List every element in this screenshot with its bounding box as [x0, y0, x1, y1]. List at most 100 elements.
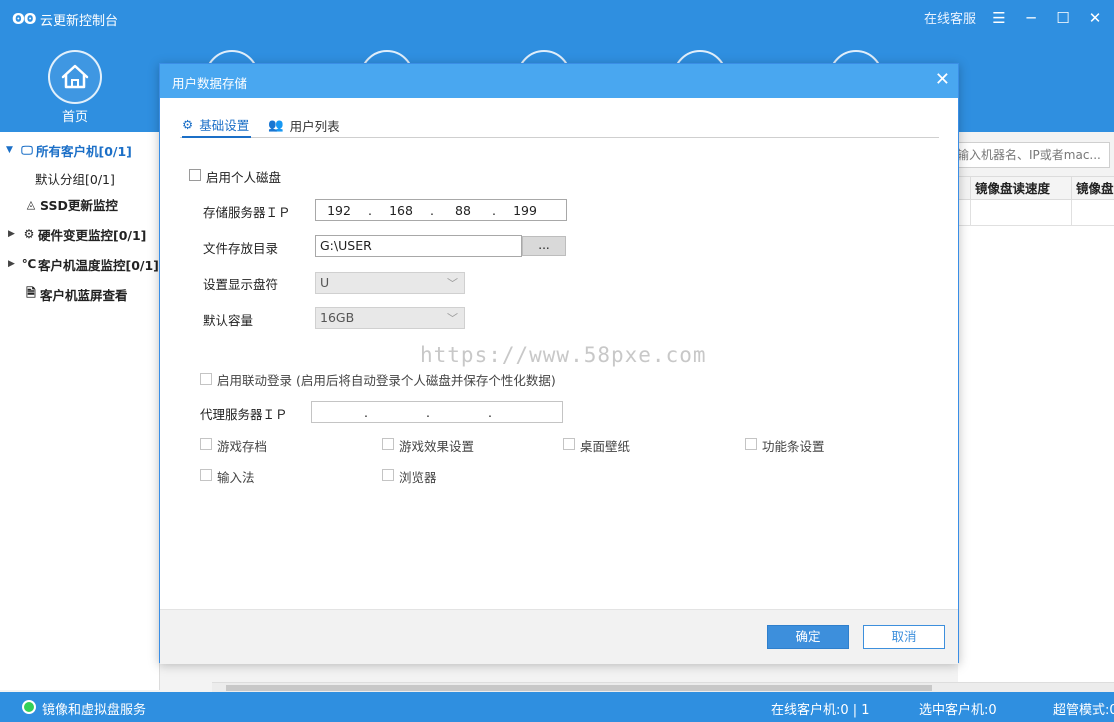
document-icon: 🗎	[26, 285, 36, 300]
input-method-label: 输入法	[217, 470, 255, 485]
sidebar-item-default-group[interactable]: 默认分组[0/1]	[35, 166, 115, 190]
drive-letter-label: 设置显示盘符	[203, 277, 279, 292]
desktop-wallpaper-checkbox[interactable]	[563, 438, 575, 450]
ip-octet[interactable]: 192	[316, 203, 362, 218]
sidebar-item-bluescreen[interactable]: 🗎 客户机蓝屏查看	[22, 282, 128, 306]
maximize-icon[interactable]: ☐	[1054, 9, 1072, 27]
column-header[interactable]: 镜像盘	[1071, 177, 1114, 201]
proxy-ip-input[interactable]: . . .	[311, 401, 563, 423]
linked-login-checkbox[interactable]	[200, 373, 212, 385]
chevron-down-icon: ﹀	[447, 277, 458, 290]
file-dir-input[interactable]: G:\USER	[315, 235, 522, 257]
drive-letter-select[interactable]: U ﹀	[315, 272, 465, 294]
dialog-footer: 确定 取消	[160, 609, 958, 664]
toolbar-settings-label: 功能条设置	[762, 439, 825, 454]
table-header: 镜像盘读速度 镜像盘	[958, 176, 1114, 201]
storage-ip-input[interactable]: 192 . 168 . 88 . 199	[315, 199, 567, 221]
dialog-close-icon[interactable]: ✕	[935, 69, 950, 90]
horizontal-scrollbar[interactable]	[212, 682, 1114, 692]
chip-icon: ⚙	[23, 227, 35, 241]
supervisor-mode-count: 超管模式:0	[1053, 703, 1114, 718]
sidebar-item-label: 客户机蓝屏查看	[40, 287, 128, 303]
status-ok-icon	[22, 700, 36, 714]
browser-label: 浏览器	[399, 470, 437, 485]
ssd-icon: ◬	[26, 197, 36, 211]
game-save-label: 游戏存档	[217, 439, 268, 454]
select-value: 16GB	[320, 310, 355, 325]
search-input[interactable]: 输入机器名、IP或者mac...	[946, 142, 1110, 168]
file-dir-label: 文件存放目录	[203, 241, 279, 256]
sidebar-item-label: 默认分组[0/1]	[35, 171, 115, 187]
ip-dot: .	[426, 404, 430, 420]
gear-icon: ⚙	[182, 116, 194, 132]
minimize-icon[interactable]: ─	[1022, 9, 1040, 27]
tab-basic-settings[interactable]: ⚙ 基础设置	[182, 112, 252, 138]
tab-label: 用户列表	[289, 118, 340, 134]
ip-dot: .	[368, 202, 372, 218]
storage-ip-label: 存储服务器ＩＰ	[203, 205, 291, 220]
tab-label: 基础设置	[199, 117, 250, 133]
app-title: 云更新控制台	[40, 14, 119, 29]
expanded-arrow-icon: ▼	[6, 145, 13, 155]
sidebar-item-label: 所有客户机[0/1]	[36, 143, 132, 159]
collapsed-arrow-icon: ▶	[8, 229, 15, 239]
column-header[interactable]: 镜像盘读速度	[970, 177, 1072, 201]
capacity-select[interactable]: 16GB ﹀	[315, 307, 465, 329]
cancel-button[interactable]: 取消	[863, 625, 945, 649]
dialog-titlebar: 用户数据存储 ✕	[160, 64, 958, 98]
online-service-link[interactable]: 在线客服	[924, 8, 976, 27]
dialog-tabs: ⚙ 基础设置 👥 用户列表	[180, 112, 939, 138]
browse-button[interactable]: ...	[522, 236, 566, 256]
select-value: U	[320, 275, 330, 290]
browser-checkbox[interactable]	[382, 469, 394, 481]
users-icon: 👥	[268, 117, 284, 132]
online-clients-count: 在线客户机:0 | 1	[771, 703, 870, 718]
sidebar-item-label: 客户机温度监控[0/1]	[38, 257, 159, 273]
sidebar-item-label: SSD更新监控	[40, 197, 118, 213]
sidebar-item-ssd-monitor[interactable]: ◬ SSD更新监控	[22, 192, 118, 216]
window-controls: 在线客服 ☰ ─ ☐ ✕	[924, 8, 1104, 28]
app-logo: ʘʘ	[12, 10, 36, 28]
watermark-text: https://www.58pxe.com	[420, 343, 707, 367]
ok-button[interactable]: 确定	[767, 625, 849, 649]
nav-home-button[interactable]	[48, 50, 102, 104]
game-save-checkbox[interactable]	[200, 438, 212, 450]
thermometer-icon: ℃	[21, 257, 37, 271]
ip-octet[interactable]: 168	[378, 203, 424, 218]
dialog-title: 用户数据存储	[172, 76, 248, 91]
ip-dot: .	[492, 202, 496, 218]
tab-user-list[interactable]: 👥 用户列表	[268, 112, 340, 138]
nav-home-label: 首页	[61, 110, 88, 125]
close-icon[interactable]: ✕	[1086, 9, 1104, 27]
sidebar-item-label: 硬件变更监控[0/1]	[38, 227, 147, 243]
selected-clients-count: 选中客户机:0	[919, 703, 997, 718]
title-row: ʘʘ 云更新控制台 在线客服 ☰ ─ ☐ ✕	[0, 0, 1114, 36]
ip-dot: .	[364, 404, 368, 420]
user-data-storage-dialog: 用户数据存储 ✕ ⚙ 基础设置 👥 用户列表 启用个人磁盘 存储服务器ＩＰ 19…	[159, 63, 959, 664]
table-body	[958, 226, 1114, 682]
toolbar-settings-checkbox[interactable]	[745, 438, 757, 450]
linked-login-label: 启用联动登录 (启用后将自动登录个人磁盘并保存个性化数据)	[217, 373, 556, 388]
service-status-text: 镜像和虚拟盘服务	[42, 703, 147, 718]
ip-octet[interactable]: 199	[502, 203, 548, 218]
capacity-label: 默认容量	[203, 313, 254, 328]
proxy-ip-label: 代理服务器ＩＰ	[200, 407, 288, 422]
scrollbar-thumb[interactable]	[226, 685, 932, 691]
game-effect-label: 游戏效果设置	[399, 439, 475, 454]
sidebar-item-hardware-monitor[interactable]: ▶ ⚙ 硬件变更监控[0/1]	[8, 222, 146, 246]
game-effect-checkbox[interactable]	[382, 438, 394, 450]
table-row[interactable]	[958, 200, 1114, 226]
chevron-down-icon: ﹀	[447, 312, 458, 325]
ip-octet[interactable]: 88	[440, 203, 486, 218]
input-method-checkbox[interactable]	[200, 469, 212, 481]
enable-personal-disk-checkbox[interactable]	[189, 169, 201, 181]
enable-personal-disk-label: 启用个人磁盘	[206, 170, 282, 185]
ip-dot: .	[430, 202, 434, 218]
monitor-icon: 🖵	[21, 142, 33, 157]
desktop-wallpaper-label: 桌面壁纸	[580, 439, 631, 454]
menu-icon[interactable]: ☰	[990, 9, 1008, 27]
sidebar-item-temperature-monitor[interactable]: ▶ ℃ 客户机温度监控[0/1]	[8, 252, 159, 276]
sidebar-item-all-clients[interactable]: ▼ 🖵 所有客户机[0/1]	[6, 138, 132, 162]
status-bar: 镜像和虚拟盘服务 在线客户机:0 | 1 选中客户机:0 超管模式:0	[0, 692, 1114, 722]
ip-dot: .	[488, 404, 492, 420]
